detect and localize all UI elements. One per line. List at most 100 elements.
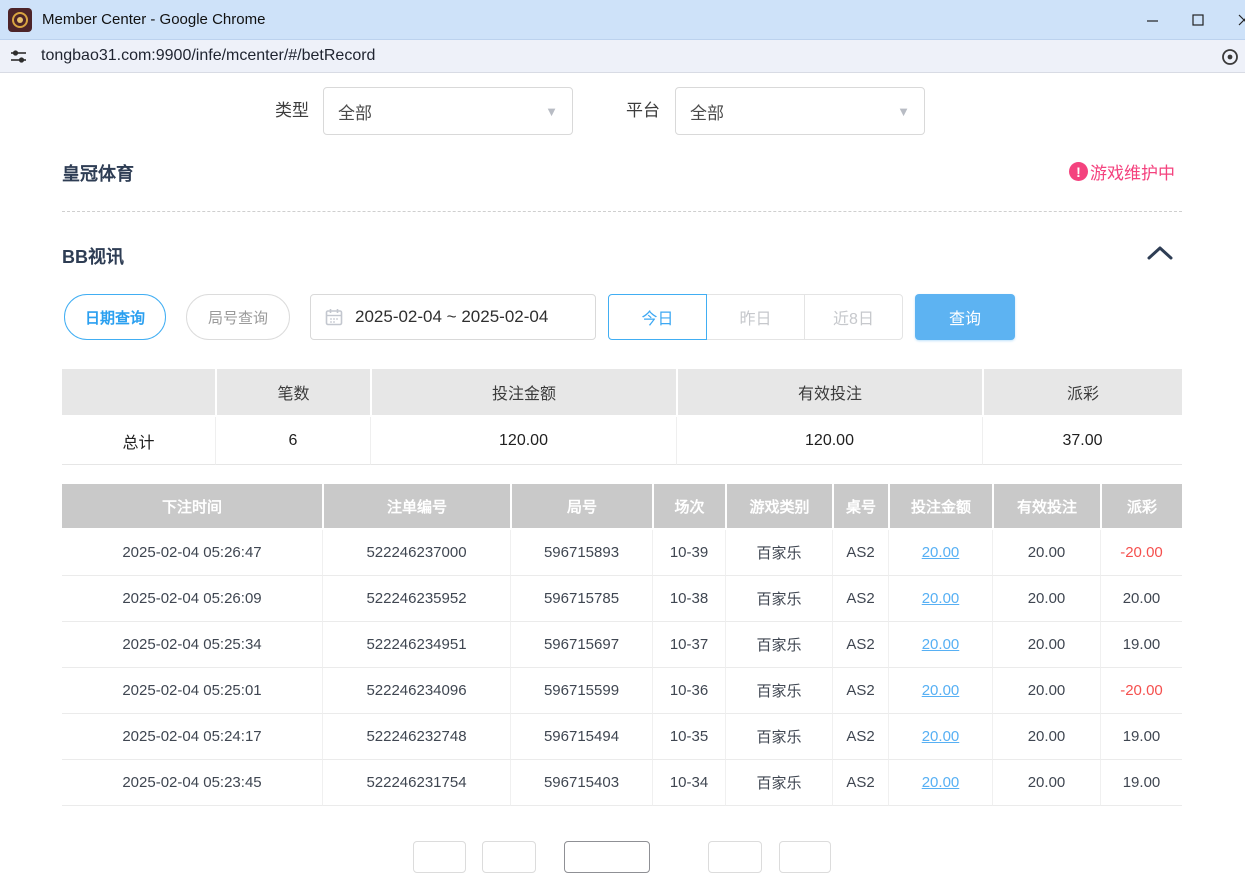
payout: 20.00	[1100, 576, 1182, 622]
search-button[interactable]: 查询	[915, 294, 1015, 340]
game-type: 百家乐	[725, 714, 832, 760]
pagination-button[interactable]	[708, 841, 762, 873]
maximize-button[interactable]	[1175, 0, 1221, 40]
crown-sports-title: 皇冠体育	[62, 160, 134, 186]
pagination-button[interactable]	[779, 841, 831, 873]
bet-amount-link[interactable]: 20.00	[922, 728, 960, 745]
maintenance-text: 游戏维护中	[1090, 159, 1175, 184]
bet-amount-link[interactable]: 20.00	[922, 682, 960, 699]
bb-video-title: BB视讯	[62, 243, 124, 269]
bet-time: 2025-02-04 05:24:17	[62, 714, 322, 760]
bet-id: 522246232748	[322, 714, 510, 760]
bet-amount-cell: 20.00	[888, 668, 992, 714]
payout: -20.00	[1100, 668, 1182, 714]
summary-total-label: 总计	[62, 417, 215, 465]
bet-amount-link[interactable]: 20.00	[922, 544, 960, 561]
chevron-down-icon: ▼	[545, 104, 558, 119]
platform-filter-value: 全部	[690, 99, 724, 124]
pagination-button[interactable]	[482, 841, 536, 873]
minimize-button[interactable]	[1129, 0, 1175, 40]
table-no: AS2	[832, 714, 888, 760]
maintenance-badge: ! 游戏维护中	[1069, 159, 1175, 184]
bet-record-page: 类型 全部 ▼ 平台 全部 ▼ 皇冠体育 ! 游戏维护中 BB视讯 日期查询 局…	[0, 73, 1245, 853]
pagination-button[interactable]	[413, 841, 466, 873]
query-bar: 日期查询 局号查询 2025-02-04 ~ 2025-02-04 今日 昨日 …	[0, 294, 1245, 340]
collapse-chevron-up-icon[interactable]	[1146, 245, 1174, 261]
table-no: AS2	[832, 576, 888, 622]
valid-bet: 20.00	[992, 530, 1100, 576]
table-row: 2025-02-04 05:24:17 522246232748 5967154…	[62, 714, 1182, 760]
bet-amount-link[interactable]: 20.00	[922, 774, 960, 791]
bet-id: 522246235952	[322, 576, 510, 622]
last-8-days-button[interactable]: 近8日	[804, 294, 903, 340]
round-id: 596715494	[510, 714, 652, 760]
bet-time: 2025-02-04 05:23:45	[62, 760, 322, 806]
round-query-tab[interactable]: 局号查询	[186, 294, 290, 340]
table-row: 2025-02-04 05:25:34 522246234951 5967156…	[62, 622, 1182, 668]
platform-filter-select[interactable]: 全部 ▼	[675, 87, 925, 135]
pagination-bar	[0, 841, 1245, 881]
chevron-down-icon: ▼	[897, 104, 910, 119]
pagination-page-size-select[interactable]	[564, 841, 650, 873]
game-type: 百家乐	[725, 530, 832, 576]
game-type: 百家乐	[725, 760, 832, 806]
quick-range-group: 今日 昨日 近8日	[608, 294, 903, 340]
valid-bet: 20.00	[992, 576, 1100, 622]
summary-valid-bet: 120.00	[676, 417, 982, 465]
table-no: AS2	[832, 668, 888, 714]
game-type: 百家乐	[725, 622, 832, 668]
summary-bet-amount: 120.00	[370, 417, 676, 465]
bet-amount-cell: 20.00	[888, 714, 992, 760]
bet-id: 522246234951	[322, 622, 510, 668]
bet-table-header-row: 下注时间 注单编号 局号 场次 游戏类别 桌号 投注金额 有效投注 派彩	[62, 484, 1182, 530]
bet-id: 522246234096	[322, 668, 510, 714]
bet-amount-cell: 20.00	[888, 760, 992, 806]
summary-header-count: 笔数	[215, 369, 370, 417]
header-table-no: 桌号	[832, 484, 888, 530]
valid-bet: 20.00	[992, 622, 1100, 668]
date-range-picker[interactable]: 2025-02-04 ~ 2025-02-04	[310, 294, 596, 340]
session: 10-38	[652, 576, 725, 622]
type-filter-select[interactable]: 全部 ▼	[323, 87, 573, 135]
session: 10-34	[652, 760, 725, 806]
date-query-tab[interactable]: 日期查询	[64, 294, 166, 340]
header-payout: 派彩	[1100, 484, 1182, 530]
window-title: Member Center - Google Chrome	[42, 11, 265, 28]
table-row: 2025-02-04 05:26:47 522246237000 5967158…	[62, 530, 1182, 576]
address-bar[interactable]: tongbao31.com:9900/infe/mcenter/#/betRec…	[0, 40, 1245, 73]
bet-time: 2025-02-04 05:26:47	[62, 530, 322, 576]
bet-table-body: 2025-02-04 05:26:47 522246237000 5967158…	[62, 530, 1182, 806]
today-button[interactable]: 今日	[608, 294, 707, 340]
session: 10-35	[652, 714, 725, 760]
summary-header-blank	[62, 369, 215, 417]
site-settings-tune-icon[interactable]	[10, 48, 27, 65]
bet-time: 2025-02-04 05:25:01	[62, 668, 322, 714]
url-text[interactable]: tongbao31.com:9900/infe/mcenter/#/betRec…	[41, 47, 375, 65]
summary-table: 笔数 投注金额 有效投注 派彩 总计 6 120.00 120.00 37.00	[62, 369, 1182, 465]
bet-id: 522246231754	[322, 760, 510, 806]
table-row: 2025-02-04 05:26:09 522246235952 5967157…	[62, 576, 1182, 622]
summary-count: 6	[215, 417, 370, 465]
payout: 19.00	[1100, 714, 1182, 760]
summary-header-valid-bet: 有效投注	[676, 369, 982, 417]
round-id: 596715403	[510, 760, 652, 806]
bet-amount-link[interactable]: 20.00	[922, 590, 960, 607]
window-titlebar: Member Center - Google Chrome	[0, 0, 1245, 40]
session: 10-39	[652, 530, 725, 576]
summary-header-row: 笔数 投注金额 有效投注 派彩	[62, 369, 1182, 417]
bet-amount-link[interactable]: 20.00	[922, 636, 960, 653]
section-divider	[62, 211, 1182, 212]
header-valid-bet: 有效投注	[992, 484, 1100, 530]
yesterday-button[interactable]: 昨日	[706, 294, 805, 340]
close-button[interactable]	[1221, 0, 1245, 40]
target-icon[interactable]	[1221, 48, 1239, 66]
filter-row: 类型 全部 ▼ 平台 全部 ▼	[0, 87, 1245, 135]
summary-total-row: 总计 6 120.00 120.00 37.00	[62, 417, 1182, 465]
payout: 19.00	[1100, 760, 1182, 806]
bet-time: 2025-02-04 05:25:34	[62, 622, 322, 668]
bet-amount-cell: 20.00	[888, 576, 992, 622]
bet-id: 522246237000	[322, 530, 510, 576]
payout: 19.00	[1100, 622, 1182, 668]
calendar-icon	[325, 308, 343, 326]
round-id: 596715893	[510, 530, 652, 576]
